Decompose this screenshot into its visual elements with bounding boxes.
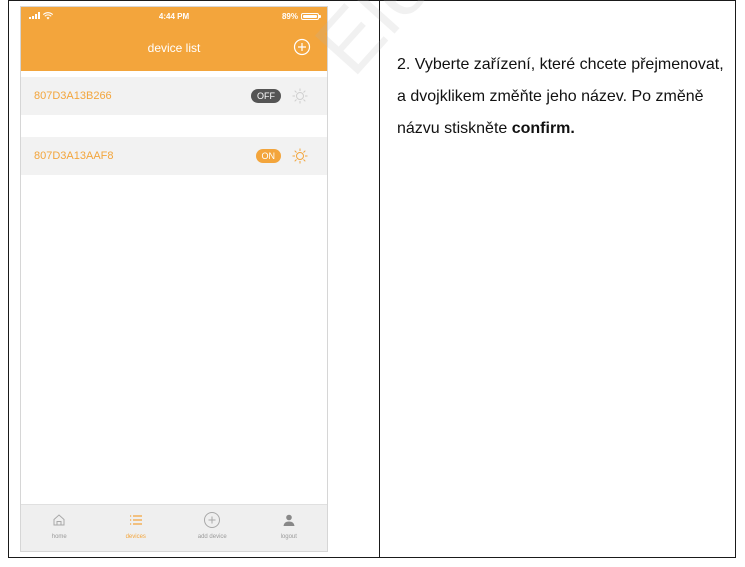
tab-bar: home devices add device logout [21,504,327,551]
instruction-text: 2. Vyberte zařízení, které chcete přejme… [397,49,727,145]
power-toggle[interactable]: ON [255,149,281,163]
list-icon [129,515,142,525]
tab-home[interactable]: home [21,505,98,551]
tab-label: logout [280,534,297,540]
phone-screenshot: 4:44 PM 89% device list 807D3A13B266 OFF [21,7,327,551]
battery-percent: 89% [281,12,298,21]
power-toggle[interactable]: OFF [251,89,281,103]
bulb-icon [292,148,308,164]
page-title: device list [147,41,201,55]
instruction-bold: confirm. [511,120,575,137]
tab-label: home [51,534,67,540]
user-icon [283,514,295,526]
document-table: 4:44 PM 89% device list 807D3A13B266 OFF [8,0,736,558]
battery-icon [301,13,321,20]
device-name: 807D3A13B266 [34,90,112,102]
plus-circle-icon [204,512,221,528]
tab-label: add device [197,534,227,540]
tab-logout[interactable]: logout [251,505,328,551]
device-name: 807D3A13AAF8 [34,150,114,162]
device-row[interactable]: 807D3A13B266 OFF [21,77,327,115]
tab-label: devices [125,534,146,540]
tab-devices[interactable]: devices [98,505,175,551]
device-row[interactable]: 807D3A13AAF8 ON [21,137,327,175]
tab-add-device[interactable]: add device [174,505,251,551]
home-icon [53,514,65,526]
plus-circle-icon [293,38,311,56]
bulb-icon [292,88,308,104]
add-device-button[interactable] [293,38,311,56]
app-header: 4:44 PM 89% device list [21,7,327,71]
column-divider [379,1,380,557]
status-bar: 4:44 PM 89% [21,9,327,25]
